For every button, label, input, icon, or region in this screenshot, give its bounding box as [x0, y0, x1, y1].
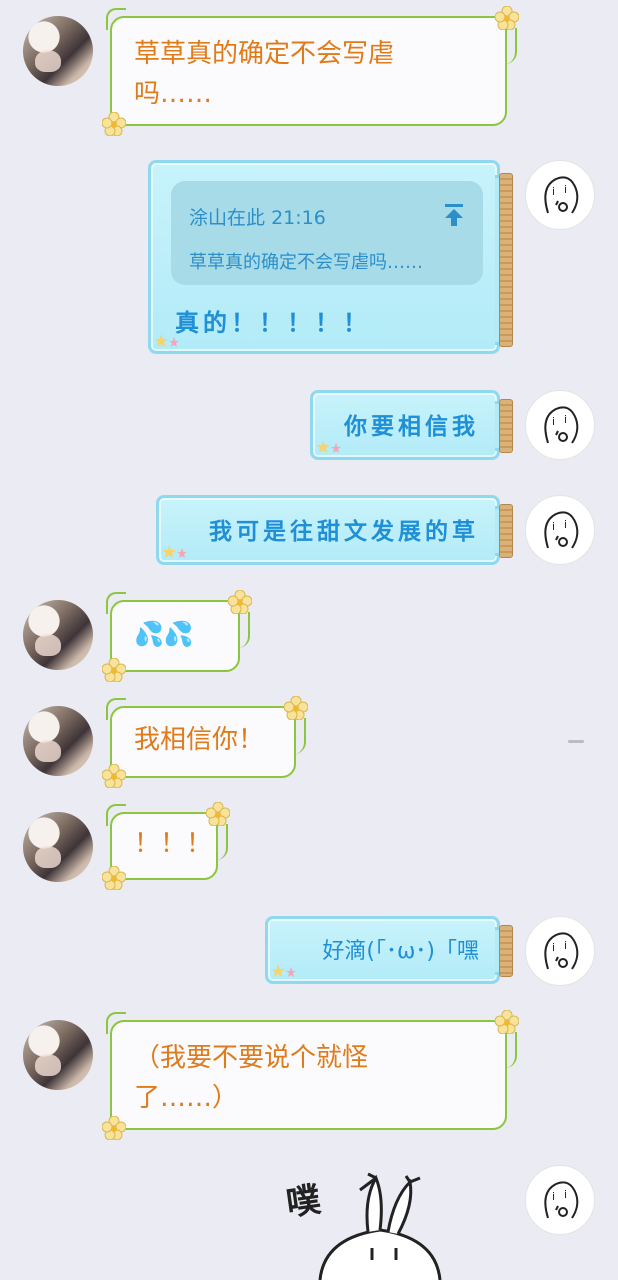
rabbit-sticker-icon	[318, 1172, 442, 1280]
svg-text:i: i	[564, 1188, 567, 1201]
avatar[interactable]: ii	[525, 495, 595, 565]
message-text: 我相信你！	[134, 725, 265, 755]
vine-decoration	[292, 718, 306, 754]
message-bubble[interactable]: 你要相信我	[310, 390, 513, 460]
avatar[interactable]: ii	[525, 1165, 595, 1235]
message-bubble[interactable]: （我要不要说个就怪了……）	[102, 1010, 519, 1140]
vine-decoration	[106, 804, 126, 826]
svg-text:i: i	[564, 183, 567, 196]
quote-time: 21:16	[271, 207, 326, 229]
message-text: 💦💦	[134, 620, 194, 648]
jar-cork	[499, 504, 513, 558]
quote-author: 涂山在此	[189, 207, 266, 229]
message-bubble[interactable]: 涂山在此 21:16 草草真的确定不会写虐吗…… 真的！！！！！	[148, 160, 513, 354]
message-bubble[interactable]: 好滴(「･ω･)「嘿	[265, 916, 513, 984]
avatar[interactable]	[23, 706, 93, 776]
quoted-message[interactable]: 涂山在此 21:16 草草真的确定不会写虐吗……	[171, 181, 483, 285]
star-icon	[155, 334, 179, 347]
message-text: ！！！	[134, 829, 213, 859]
message-bubble[interactable]: 我相信你！	[102, 696, 308, 788]
sticker-face-icon: ii	[544, 1181, 579, 1219]
flower-icon	[495, 1010, 519, 1034]
avatar[interactable]	[23, 600, 93, 670]
flower-icon	[102, 866, 126, 890]
svg-text:i: i	[564, 518, 567, 531]
vine-decoration	[503, 1032, 517, 1068]
message-text: （我要不要说个就怪了……）	[134, 1043, 369, 1113]
message-bubble[interactable]: 我可是往甜文发展的草	[156, 495, 513, 565]
avatar[interactable]	[23, 1020, 93, 1090]
flower-icon	[228, 590, 252, 614]
sticker-face-icon: ii	[544, 932, 579, 970]
jar-cork	[499, 925, 513, 977]
svg-text:i: i	[564, 939, 567, 952]
chat-area: 草草真的确定不会写虐吗…… ii 涂山在此 21:16 草草真的确定不会写虐吗……	[0, 0, 618, 1280]
message-bubble[interactable]: ！！！	[102, 802, 230, 890]
avatar[interactable]	[23, 812, 93, 882]
star-icon	[272, 964, 296, 977]
flower-icon	[206, 802, 230, 826]
svg-text:i: i	[552, 941, 555, 954]
star-icon	[163, 545, 187, 558]
flower-icon	[102, 658, 126, 682]
sticker-face-icon: ii	[544, 176, 579, 214]
svg-text:i: i	[552, 185, 555, 198]
sticker-message[interactable]: 噗	[280, 1168, 480, 1280]
jar-cork	[499, 399, 513, 453]
avatar[interactable]: ii	[525, 160, 595, 230]
flower-icon	[102, 764, 126, 788]
message-text: 真的！！！！！	[175, 309, 371, 337]
star-icon	[317, 440, 341, 453]
vine-decoration	[106, 698, 126, 720]
message-bubble[interactable]: 💦💦	[102, 590, 252, 682]
avatar[interactable]	[23, 16, 93, 86]
vine-decoration	[106, 8, 126, 30]
flower-icon	[102, 1116, 126, 1140]
svg-text:i: i	[552, 415, 555, 428]
sticker-face-icon: ii	[544, 406, 579, 444]
message-bubble[interactable]: 草草真的确定不会写虐吗……	[102, 6, 519, 136]
upload-arrow-icon[interactable]	[443, 203, 465, 227]
flower-icon	[102, 112, 126, 136]
avatar[interactable]: ii	[525, 916, 595, 986]
vine-decoration	[236, 612, 250, 648]
vine-decoration	[503, 28, 517, 64]
message-text: 我可是往甜文发展的草	[209, 519, 479, 545]
vine-decoration	[214, 824, 228, 860]
flower-icon	[495, 6, 519, 30]
message-text: 好滴(「･ω･)「嘿	[322, 939, 479, 964]
avatar[interactable]: ii	[525, 390, 595, 460]
flower-icon	[284, 696, 308, 720]
vine-decoration	[106, 592, 126, 614]
quote-text: 草草真的确定不会写虐吗……	[189, 252, 423, 273]
jar-cork	[499, 173, 513, 347]
sticker-face-icon: ii	[544, 511, 579, 549]
svg-text:i: i	[564, 413, 567, 426]
scroll-indicator[interactable]	[568, 740, 584, 743]
svg-text:i: i	[552, 1190, 555, 1203]
message-text: 草草真的确定不会写虐吗……	[134, 39, 395, 109]
message-text: 你要相信我	[344, 414, 479, 440]
svg-text:i: i	[552, 520, 555, 533]
vine-decoration	[106, 1012, 126, 1034]
